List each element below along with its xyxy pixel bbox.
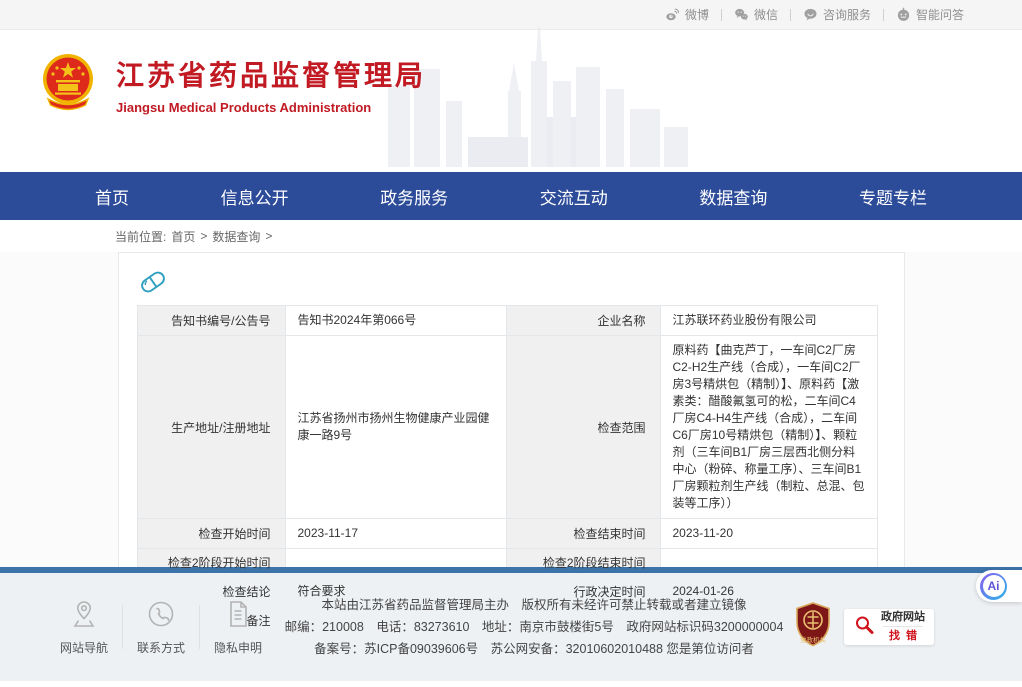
svg-text:党政机关: 党政机关 bbox=[800, 635, 827, 644]
map-pin-icon bbox=[70, 599, 98, 632]
footer-link-label: 隐私申明 bbox=[214, 639, 262, 656]
document-icon bbox=[224, 599, 252, 632]
brand: 江苏省药品监督管理局 Jiangsu Medical Products Admi… bbox=[40, 52, 426, 117]
topbar: 微博 微信 咨询服务 智能问答 bbox=[0, 0, 1022, 30]
city-skyline-art bbox=[388, 27, 688, 172]
company-name-value: 江苏联环药业股份有限公司 bbox=[660, 306, 877, 336]
footer-links: 网站导航 联系方式 bbox=[46, 599, 276, 656]
breadcrumb-prefix: 当前位置: bbox=[115, 228, 166, 245]
topbar-item-wechat[interactable]: 微信 bbox=[734, 6, 778, 23]
party-gov-badge[interactable]: 党政机关 bbox=[792, 601, 834, 654]
error-badge-line1: 政府网站 bbox=[881, 611, 925, 624]
end-date-label: 检查结束时间 bbox=[506, 519, 660, 549]
end-date-value: 2023-11-20 bbox=[660, 519, 877, 549]
footer-link-contact[interactable]: 联系方式 bbox=[123, 599, 199, 656]
site-title: 江苏省药品监督管理局 bbox=[116, 54, 426, 94]
breadcrumb-separator: > bbox=[200, 229, 207, 243]
main-content: 告知书编号/公告号 告知书2024年第066号 企业名称 江苏联环药业股份有限公… bbox=[0, 252, 1022, 567]
notice-number-value: 告知书2024年第066号 bbox=[285, 306, 506, 336]
breadcrumb: 当前位置: 首页 > 数据查询 > bbox=[0, 220, 1022, 252]
topbar-item-qa[interactable]: 智能问答 bbox=[896, 6, 964, 23]
wechat-icon bbox=[734, 7, 749, 22]
phone-icon bbox=[147, 599, 175, 632]
company-name-label: 企业名称 bbox=[506, 306, 660, 336]
footer-text: 本站由江苏省药品监督管理局主办 版权所有未经许可禁止转载或者建立镜像 邮编：21… bbox=[276, 594, 792, 660]
notice-number-label: 告知书编号/公告号 bbox=[137, 306, 285, 336]
breadcrumb-link-home[interactable]: 首页 bbox=[171, 228, 195, 245]
topbar-item-label: 智能问答 bbox=[916, 6, 964, 23]
weibo-icon bbox=[665, 7, 680, 22]
address-label: 生产地址/注册地址 bbox=[137, 336, 285, 519]
footer: 网站导航 联系方式 bbox=[0, 573, 1022, 681]
national-emblem-logo bbox=[40, 52, 96, 117]
footer-line-3: 备案号：苏ICP备09039606号 苏公网安备：32010602010488 … bbox=[276, 638, 792, 660]
site-subtitle: Jiangsu Medical Products Administration bbox=[116, 100, 426, 115]
scope-label: 检查范围 bbox=[506, 336, 660, 519]
site-error-badge[interactable]: 政府网站 找错 bbox=[844, 609, 934, 645]
start-date-value: 2023-11-17 bbox=[285, 519, 506, 549]
nav-item-interaction[interactable]: 交流互动 bbox=[540, 184, 608, 209]
nav-item-services[interactable]: 政务服务 bbox=[380, 184, 448, 209]
table-row: 告知书编号/公告号 告知书2024年第066号 企业名称 江苏联环药业股份有限公… bbox=[137, 306, 877, 336]
footer-line-1: 本站由江苏省药品监督管理局主办 版权所有未经许可禁止转载或者建立镜像 bbox=[276, 594, 792, 616]
magnifier-icon bbox=[853, 614, 875, 641]
footer-line-2: 邮编：210008 电话：83273610 地址：南京市鼓楼街5号 政府网站标识… bbox=[276, 616, 792, 638]
footer-link-label: 网站导航 bbox=[60, 639, 108, 656]
address-value: 江苏省扬州市扬州生物健康产业园健康一路9号 bbox=[285, 336, 506, 519]
capsule-icon bbox=[137, 266, 169, 303]
start-date-label: 检查开始时间 bbox=[137, 519, 285, 549]
scope-value: 原料药【曲克芦丁，一车间C2厂房C2-H2生产线（合成），一车间C2厂房3号精烘… bbox=[660, 336, 877, 519]
topbar-item-label: 微博 bbox=[685, 6, 709, 23]
topbar-item-consult[interactable]: 咨询服务 bbox=[803, 6, 871, 23]
ai-assistant-button[interactable]: Ai bbox=[976, 570, 1022, 602]
site-header: 江苏省药品监督管理局 Jiangsu Medical Products Admi… bbox=[0, 30, 1022, 172]
breadcrumb-link-data-query[interactable]: 数据查询 bbox=[212, 228, 260, 245]
chat-icon bbox=[803, 7, 818, 22]
topbar-divider bbox=[883, 9, 884, 21]
footer-link-privacy[interactable]: 隐私申明 bbox=[200, 599, 276, 656]
ai-icon: Ai bbox=[980, 573, 1007, 600]
nav-item-topics[interactable]: 专题专栏 bbox=[859, 184, 927, 209]
robot-icon bbox=[896, 7, 911, 22]
topbar-item-label: 咨询服务 bbox=[823, 6, 871, 23]
nav-item-data-query[interactable]: 数据查询 bbox=[699, 184, 767, 209]
error-badge-line2: 找错 bbox=[883, 626, 923, 643]
table-row: 生产地址/注册地址 江苏省扬州市扬州生物健康产业园健康一路9号 检查范围 原料药… bbox=[137, 336, 877, 519]
topbar-item-weibo[interactable]: 微博 bbox=[665, 6, 709, 23]
topbar-item-label: 微信 bbox=[754, 6, 778, 23]
footer-link-sitemap[interactable]: 网站导航 bbox=[46, 599, 122, 656]
footer-link-label: 联系方式 bbox=[137, 639, 185, 656]
footer-badges: 党政机关 政府网站 找错 bbox=[792, 601, 934, 654]
nav-item-home[interactable]: 首页 bbox=[95, 184, 129, 209]
main-nav: 首页 信息公开 政务服务 交流互动 数据查询 专题专栏 bbox=[0, 172, 1022, 220]
breadcrumb-separator: > bbox=[265, 229, 272, 243]
page: 微博 微信 咨询服务 智能问答 bbox=[0, 0, 1022, 687]
topbar-divider bbox=[790, 9, 791, 21]
table-row: 检查开始时间 2023-11-17 检查结束时间 2023-11-20 bbox=[137, 519, 877, 549]
topbar-divider bbox=[721, 9, 722, 21]
nav-item-info[interactable]: 信息公开 bbox=[221, 184, 289, 209]
